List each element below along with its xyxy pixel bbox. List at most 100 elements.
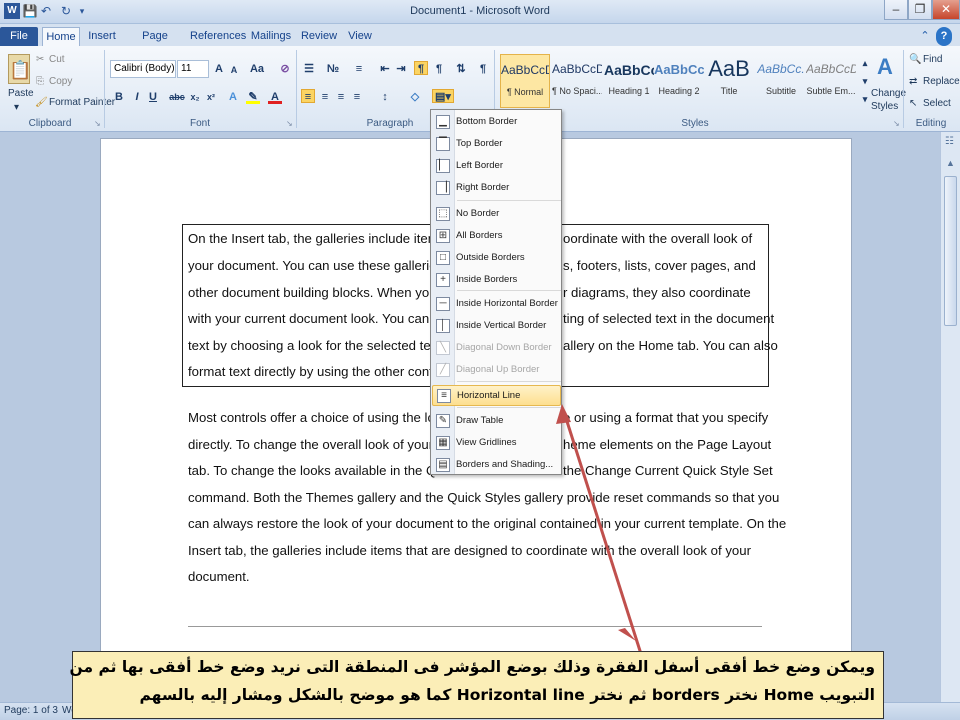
tab-mailings[interactable]: Mailings [248, 27, 294, 46]
tab-home[interactable]: Home [42, 27, 80, 46]
menu-item-outside-borders[interactable]: □ Outside Borders [432, 248, 561, 269]
scrollbar-thumb[interactable] [944, 176, 957, 326]
line-spacing-icon[interactable]: ↕ [378, 90, 392, 104]
styles-launcher-icon[interactable]: ↘ [893, 119, 900, 128]
tab-page-layout[interactable]: Page Layout [126, 27, 184, 61]
borders-button-icon[interactable]: ▤▾ [432, 89, 454, 103]
italic-icon[interactable]: I [130, 90, 144, 104]
paste-icon[interactable]: 📋 [8, 54, 31, 84]
shading-icon[interactable]: ◇ [408, 90, 422, 104]
select-button[interactable]: Select [923, 98, 951, 109]
ruler-toggle-icon[interactable]: ☷ [945, 136, 954, 147]
menu-item-draw-table[interactable]: ✎ Draw Table [432, 411, 561, 432]
format-painter-icon[interactable]: 🖌 [35, 97, 48, 108]
style-heading-1[interactable]: AaBbCc Heading 1 [604, 54, 654, 108]
style-title[interactable]: AaB Title [704, 54, 754, 108]
decrease-indent-icon[interactable]: ⇤ [378, 62, 392, 76]
menu-item-left-border[interactable]: ▏ Left Border [432, 156, 561, 177]
select-icon[interactable]: ↖ [909, 98, 917, 109]
menu-item-top-border[interactable]: ▔ Top Border [432, 134, 561, 155]
tab-references[interactable]: References [190, 27, 246, 46]
justify-icon[interactable]: ≡ [350, 90, 364, 104]
show-formatting-icon[interactable]: ¶ [476, 62, 490, 76]
find-icon[interactable]: 🔍 [909, 54, 921, 65]
styles-scroll-down-icon[interactable]: ▾ [858, 74, 872, 88]
tab-file[interactable]: File [0, 27, 38, 46]
cut-icon[interactable]: ✂ [36, 54, 44, 65]
rtl-direction-icon[interactable]: ¶ [432, 62, 446, 76]
minimize-ribbon-icon[interactable]: ⌃ [918, 27, 932, 46]
page-count[interactable]: Page: 1 of 3 [4, 705, 58, 716]
menu-item-right-border[interactable]: ▕ Right Border [432, 178, 561, 199]
align-center-icon[interactable]: ≡ [318, 90, 332, 104]
menu-item-inside-horizontal-border[interactable]: ─ Inside Horizontal Border [432, 294, 561, 315]
style-sample: AaBbCcDc [552, 62, 602, 76]
cut-button[interactable]: Cut [49, 54, 65, 65]
style-no-spacing[interactable]: AaBbCcDc ¶ No Spaci... [552, 54, 602, 108]
superscript-icon[interactable]: x² [204, 90, 218, 104]
change-case-icon[interactable]: Aa [248, 62, 266, 76]
close-button[interactable]: ✕ [932, 0, 960, 20]
ltr-direction-icon[interactable]: ¶ [414, 61, 428, 75]
change-styles-icon[interactable]: A [874, 54, 896, 80]
scroll-up-icon[interactable]: ▲ [946, 158, 955, 168]
paste-button[interactable]: Paste [8, 88, 34, 99]
menu-item-horizontal-line[interactable]: ≡ Horizontal Line [432, 385, 561, 406]
tab-insert[interactable]: Insert [84, 27, 120, 46]
bold-icon[interactable]: B [112, 90, 126, 104]
replace-button[interactable]: Replace [923, 76, 960, 87]
shrink-font-icon[interactable]: A [227, 63, 241, 77]
style-subtle-emphasis[interactable]: AaBbCcDc Subtle Em... [806, 54, 856, 108]
clear-formatting-icon[interactable]: ⊘ [278, 62, 292, 76]
minimize-button[interactable]: – [884, 0, 908, 20]
tab-view[interactable]: View [344, 27, 376, 46]
copy-icon[interactable]: ⎘ [36, 76, 44, 87]
style-name: Heading 1 [608, 86, 650, 96]
menu-item-borders-shading[interactable]: ▤ Borders and Shading... [432, 455, 561, 476]
find-button[interactable]: Find [923, 54, 942, 65]
font-launcher-icon[interactable]: ↘ [286, 119, 293, 128]
copy-button[interactable]: Copy [49, 76, 72, 87]
align-left-icon[interactable]: ≡ [301, 89, 315, 103]
menu-item-label: All Borders [456, 230, 503, 241]
style-heading-2[interactable]: AaBbCc Heading 2 [654, 54, 704, 108]
font-color-icon[interactable]: A [268, 90, 282, 104]
multilevel-list-icon[interactable]: ≡ [352, 62, 366, 76]
strikethrough-icon[interactable]: abc [168, 90, 186, 104]
style-subtitle[interactable]: AaBbCc. Subtitle [756, 54, 806, 108]
style-normal[interactable]: AaBbCcDc ¶ Normal [500, 54, 550, 108]
clipboard-launcher-icon[interactable]: ↘ [94, 119, 101, 128]
menu-item-view-gridlines[interactable]: ▦ View Gridlines [432, 433, 561, 454]
tab-review[interactable]: Review [300, 27, 338, 46]
subscript-icon[interactable]: x₂ [188, 90, 202, 104]
styles-more-icon[interactable]: ▾ [858, 92, 872, 106]
increase-indent-icon[interactable]: ⇥ [394, 62, 408, 76]
menu-item-bottom-border[interactable]: ▁ Bottom Border [432, 112, 561, 133]
align-right-icon[interactable]: ≡ [334, 90, 348, 104]
font-size-box[interactable]: 11 [177, 60, 209, 78]
doc-line: command. Both the Themes gallery and the… [188, 490, 780, 505]
format-painter-button[interactable]: Format Painter [49, 97, 115, 108]
help-icon[interactable]: ? [936, 27, 952, 46]
menu-item-diagonal-up-border[interactable]: ╱ Diagonal Up Border [432, 360, 561, 381]
styles-scroll-up-icon[interactable]: ▴ [858, 56, 872, 70]
menu-item-no-border[interactable]: ⬚ No Border [432, 204, 561, 225]
vertical-scrollbar[interactable]: ☷ ▲ [940, 132, 960, 702]
change-styles-button-line2[interactable]: Styles [871, 101, 898, 112]
numbering-icon[interactable]: № [326, 62, 340, 76]
change-styles-button-line1[interactable]: Change [871, 88, 906, 99]
paste-dropdown-icon[interactable]: ▾ [14, 102, 19, 113]
text-effects-icon[interactable]: A [226, 90, 240, 104]
menu-item-inside-borders[interactable]: + Inside Borders [432, 270, 561, 291]
bullets-icon[interactable]: ☰ [302, 62, 316, 76]
restore-button[interactable]: ❐ [908, 0, 932, 20]
replace-icon[interactable]: ⇄ [909, 76, 917, 87]
menu-item-all-borders[interactable]: ⊞ All Borders [432, 226, 561, 247]
grow-font-icon[interactable]: A [212, 62, 226, 76]
highlight-icon[interactable]: ✎ [246, 90, 260, 104]
menu-item-inside-vertical-border[interactable]: │ Inside Vertical Border [432, 316, 561, 337]
sort-icon[interactable]: ⇅ [454, 62, 468, 76]
font-name-box[interactable]: Calibri (Body) [110, 60, 176, 78]
menu-item-diagonal-down-border[interactable]: ╲ Diagonal Down Border [432, 338, 561, 359]
underline-icon[interactable]: U [146, 90, 160, 104]
